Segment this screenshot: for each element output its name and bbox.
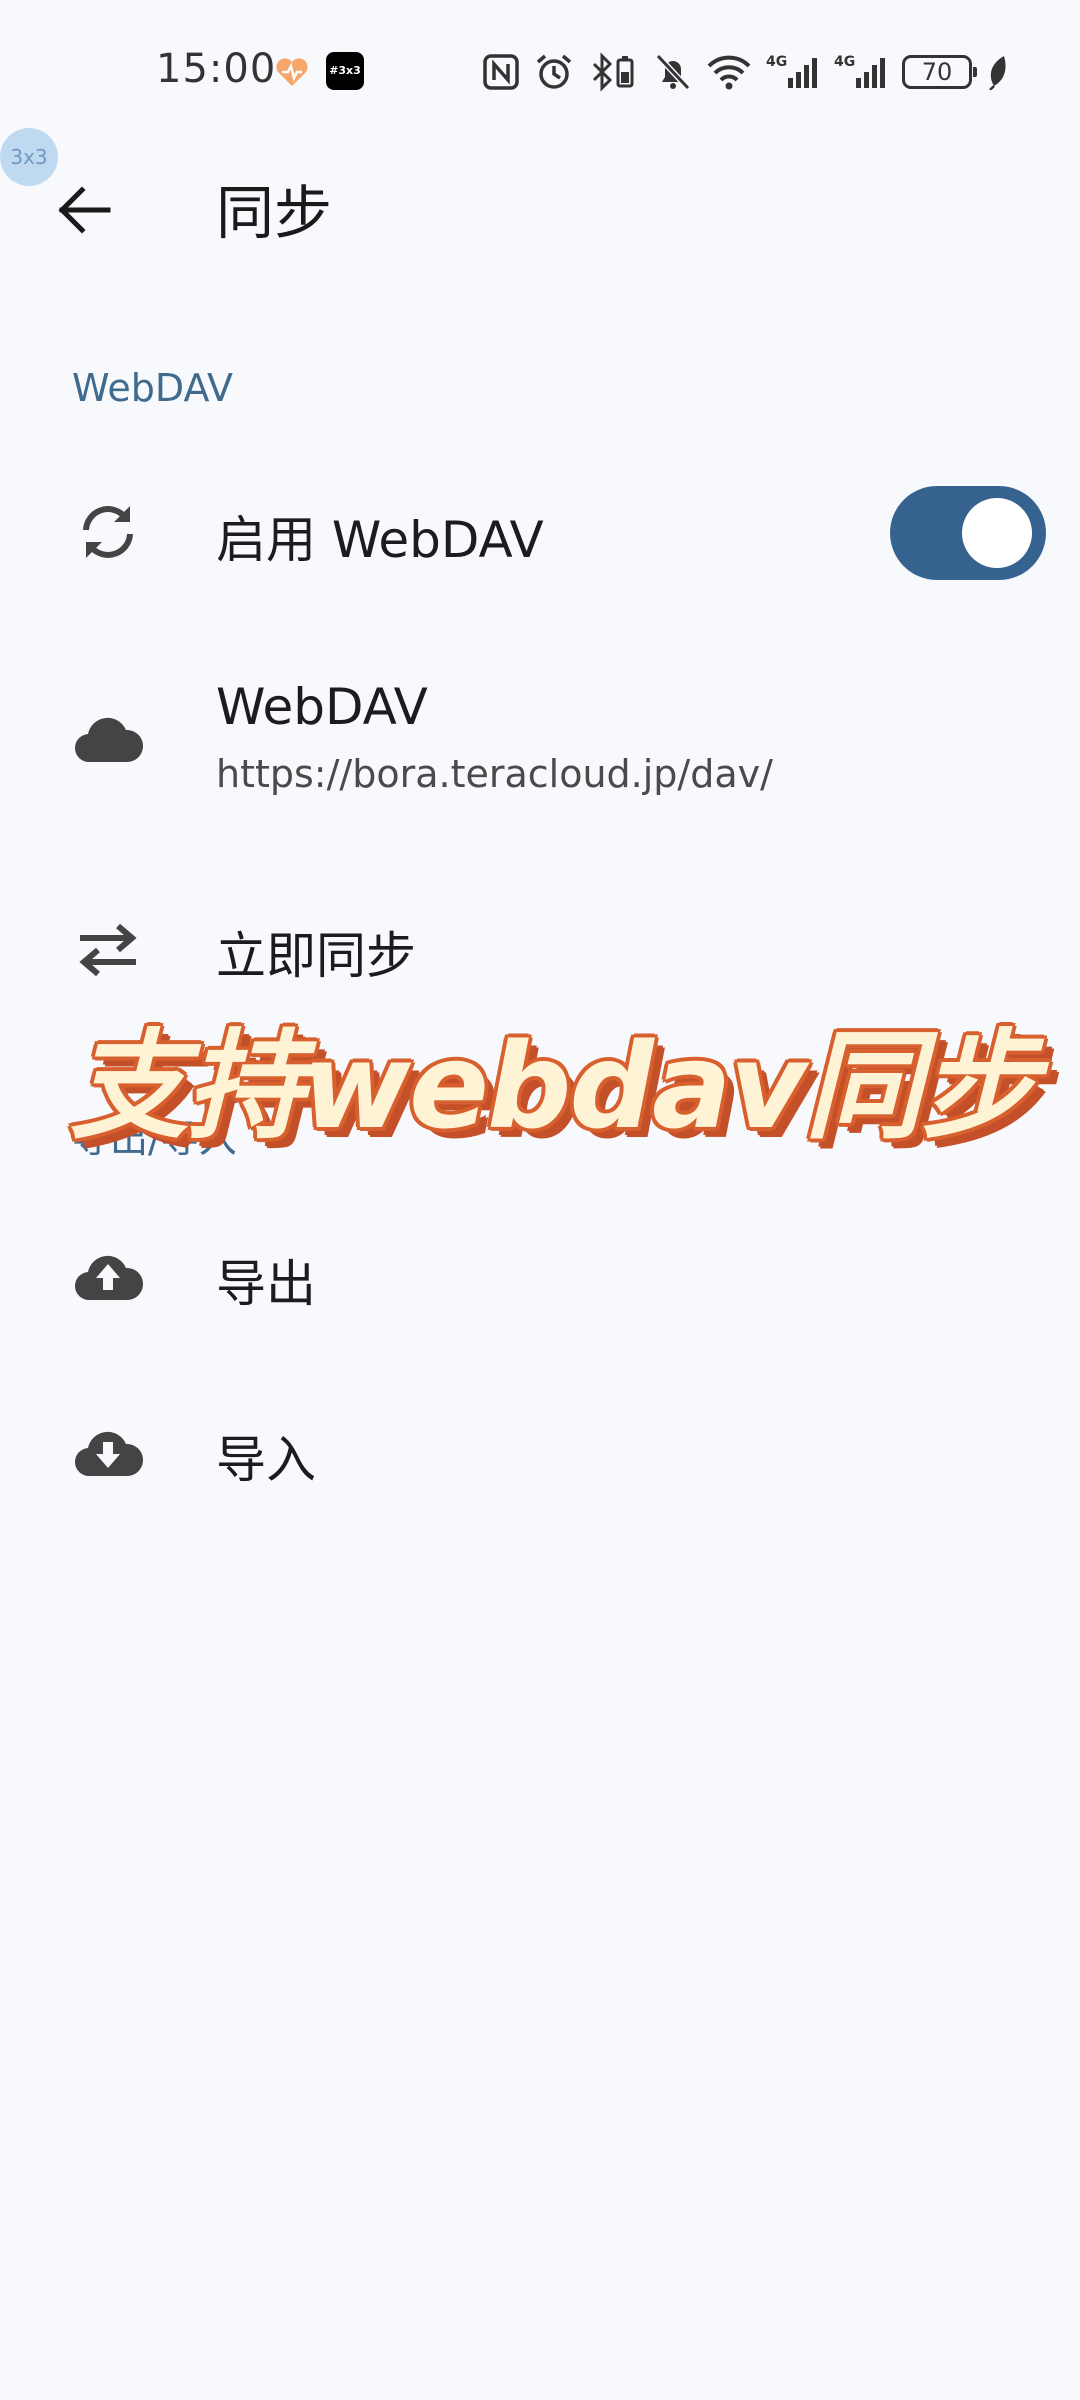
swap-arrows-icon xyxy=(79,923,137,977)
export-label: 导出 xyxy=(216,1255,316,1313)
enable-webdav-switch[interactable] xyxy=(890,486,1046,580)
bell-off-icon xyxy=(655,53,691,91)
cloud-upload-icon xyxy=(74,1255,144,1301)
signal-4g-icon: 4G xyxy=(766,54,817,88)
leaf-icon xyxy=(989,56,1006,90)
webdav-server-url: https://bora.teracloud.jp/dav/ xyxy=(216,752,773,796)
import-label: 导入 xyxy=(216,1431,316,1489)
switch-thumb xyxy=(962,498,1032,568)
signal-4g-icon: 4G xyxy=(834,54,885,88)
enable-webdav-label: 启用 WebDAV xyxy=(216,511,544,569)
svg-text:4G: 4G xyxy=(834,54,855,70)
svg-text:4G: 4G xyxy=(766,54,787,70)
section-header-webdav: WebDAV xyxy=(72,366,233,410)
sync-icon xyxy=(83,506,133,558)
alarm-icon xyxy=(536,54,572,89)
status-time: 15:00 xyxy=(156,46,277,92)
battery-icon: 70 xyxy=(902,55,977,89)
app-notification-badge: #3x3 xyxy=(326,52,364,90)
overlay-caption: 支持webdav同步 xyxy=(70,1017,1039,1155)
wifi-icon xyxy=(707,55,751,90)
status-icons: 4G 4G 70 xyxy=(482,50,1010,94)
cloud-icon xyxy=(74,717,144,763)
health-heart-icon xyxy=(276,58,308,86)
back-arrow-icon[interactable] xyxy=(50,176,118,244)
webdav-server-label: WebDAV xyxy=(216,678,428,736)
cloud-download-icon xyxy=(74,1431,144,1477)
page-title: 同步 xyxy=(216,179,333,247)
bluetooth-battery-icon xyxy=(592,52,634,92)
nfc-icon xyxy=(483,54,519,90)
status-bar: 15:00 #3x3 4G 4G 70 xyxy=(0,0,1080,140)
sync-now-label: 立即同步 xyxy=(216,927,416,985)
